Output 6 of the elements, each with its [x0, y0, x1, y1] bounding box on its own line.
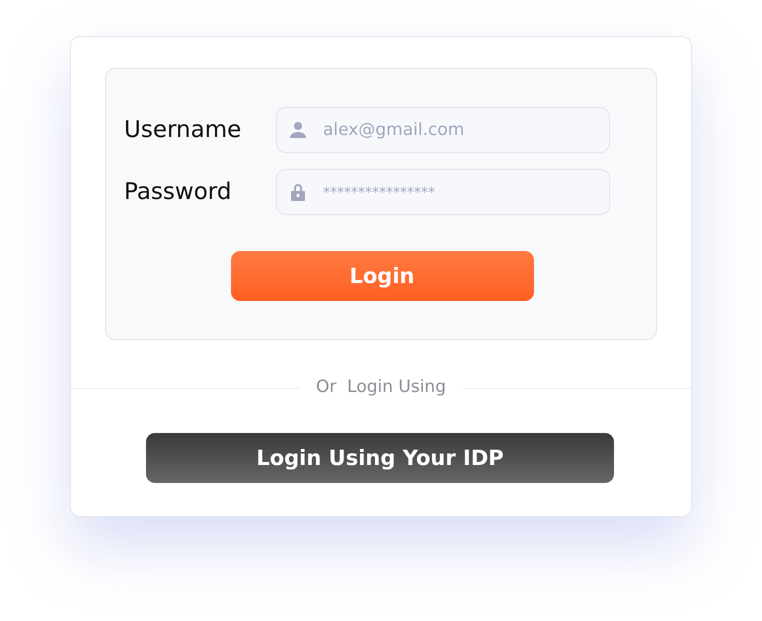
input-field[interactable]: alex@gmail.com	[276, 107, 610, 153]
field-label: Username	[124, 117, 242, 143]
idp-login-button[interactable]: Login Using Your IDP	[146, 433, 614, 483]
divider-label: Or Login Using	[300, 377, 462, 397]
field-label: Password	[124, 179, 232, 205]
input-field[interactable]: ****************	[276, 169, 610, 215]
